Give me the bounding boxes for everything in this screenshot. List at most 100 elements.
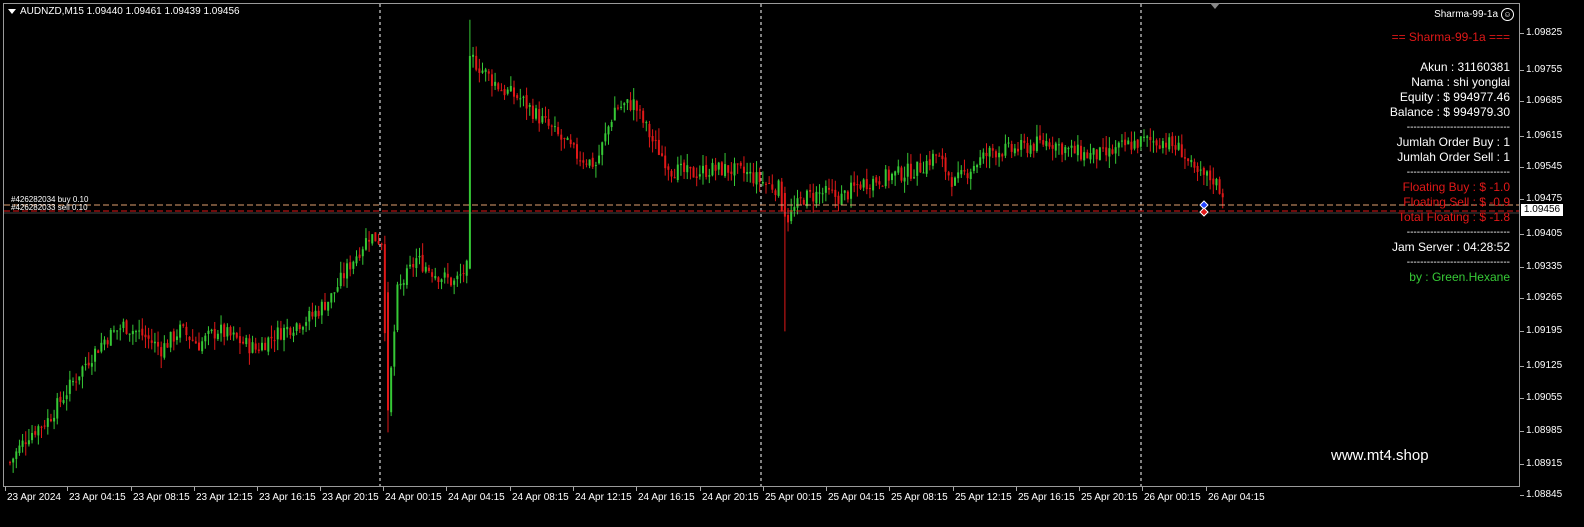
- time-tick-mark: [1206, 487, 1207, 491]
- candle: [163, 335, 166, 360]
- candle-body: [601, 142, 604, 155]
- candle: [1187, 158, 1190, 166]
- candle-body: [494, 81, 497, 86]
- candle: [1013, 143, 1016, 157]
- candle-body: [349, 262, 352, 270]
- candle-body: [976, 165, 979, 168]
- candle: [998, 146, 1001, 167]
- candle-body: [431, 272, 434, 277]
- candle-body: [324, 301, 326, 310]
- candle-body: [925, 160, 928, 174]
- candle-body: [717, 162, 720, 170]
- time-tick-label: 23 Apr 04:15: [69, 492, 126, 503]
- candle: [982, 148, 985, 164]
- candle-body: [1218, 179, 1221, 194]
- candle-body: [768, 183, 771, 185]
- candle-body: [626, 99, 629, 103]
- time-tick-label: 25 Apr 04:15: [828, 492, 885, 503]
- price-tick-label: 1.09055: [1526, 392, 1563, 403]
- candle-body: [944, 157, 947, 172]
- candle: [1124, 131, 1127, 152]
- candle-body: [238, 336, 241, 344]
- candle-body: [248, 338, 251, 354]
- candle-body: [1143, 136, 1145, 138]
- candle-body: [613, 107, 616, 121]
- candle: [1199, 161, 1202, 176]
- candle: [774, 188, 777, 202]
- time-axis[interactable]: 23 Apr 2024 23 Apr 04:15 23 Apr 08:15 23 Ap…: [3, 487, 1520, 527]
- candle: [1089, 143, 1092, 164]
- candle-body: [330, 293, 333, 303]
- candle: [988, 145, 991, 169]
- candle-body: [648, 123, 651, 138]
- candle: [434, 267, 437, 281]
- candle-body: [982, 152, 985, 159]
- ea-name: Sharma-99-1a: [1434, 9, 1498, 20]
- candle: [897, 159, 900, 175]
- sell-order-label[interactable]: #426282033 sell 0.10: [11, 203, 88, 212]
- candle-body: [223, 324, 226, 337]
- candle: [538, 101, 541, 132]
- candle: [65, 385, 68, 411]
- candle: [887, 166, 890, 189]
- expert-advisor-label[interactable]: Sharma-99-1a ☺: [1434, 8, 1514, 21]
- candle-body: [1064, 147, 1067, 154]
- candle-body: [837, 195, 840, 204]
- candle: [506, 87, 509, 96]
- candle: [150, 328, 153, 350]
- shift-marker-icon[interactable]: [1210, 3, 1220, 9]
- candle-body: [49, 419, 52, 422]
- candle: [1218, 176, 1221, 195]
- candle: [859, 181, 862, 191]
- candle-body: [317, 310, 320, 317]
- candle: [43, 420, 46, 430]
- candle: [752, 162, 755, 187]
- price-axis[interactable]: 1.09825 1.09755 1.09685 1.09615 1.09545 1.094…: [1520, 3, 1584, 500]
- candle-body: [560, 134, 563, 140]
- candle: [1206, 170, 1208, 187]
- candle: [1114, 140, 1117, 164]
- time-tick-label: 24 Apr 12:15: [575, 492, 632, 503]
- candle-body: [106, 340, 109, 345]
- chart-area[interactable]: [3, 3, 1520, 487]
- candle: [645, 120, 648, 132]
- candle: [698, 165, 701, 180]
- candle: [963, 159, 966, 176]
- candle: [585, 159, 588, 168]
- floating-sell: Floating Sell : $ -0.9: [1403, 195, 1510, 209]
- dropdown-icon[interactable]: [8, 9, 16, 14]
- candle-body: [450, 277, 452, 286]
- candle-body: [175, 336, 178, 341]
- candle: [232, 326, 235, 341]
- candle: [84, 356, 87, 371]
- candle-body: [292, 332, 295, 336]
- candle: [1054, 141, 1057, 158]
- time-tick-mark: [1016, 487, 1017, 491]
- candle: [396, 281, 399, 333]
- time-tick-mark: [131, 487, 132, 491]
- candle-body: [856, 184, 859, 186]
- candle: [141, 318, 144, 341]
- candle-body: [346, 263, 349, 279]
- candle-body: [969, 171, 972, 180]
- candle-body: [541, 116, 544, 123]
- candle: [1061, 142, 1064, 163]
- candle-body: [569, 139, 572, 145]
- candle-body: [213, 328, 216, 339]
- candle: [446, 263, 449, 284]
- candle-body: [72, 381, 74, 383]
- candle-body: [405, 268, 408, 285]
- candle: [27, 429, 30, 447]
- time-tick-mark: [257, 487, 258, 491]
- candle: [257, 342, 260, 354]
- time-tick-mark: [320, 487, 321, 491]
- candle-body: [465, 260, 468, 276]
- candle-body: [279, 328, 282, 340]
- candle: [364, 228, 367, 251]
- separator: -------------------------------: [1406, 257, 1510, 268]
- candle-body: [380, 243, 383, 245]
- candle: [153, 332, 156, 353]
- candle-body: [919, 162, 922, 173]
- candle-body: [409, 264, 412, 267]
- candle-body: [377, 241, 380, 244]
